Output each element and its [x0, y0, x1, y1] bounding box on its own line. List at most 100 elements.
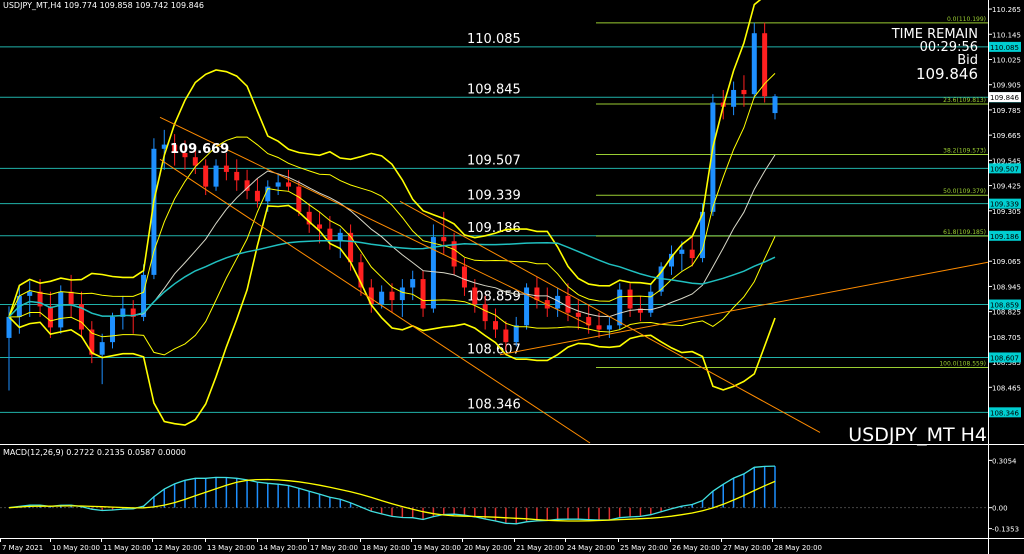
- bid-value: 109.846: [915, 65, 978, 83]
- time-axis-label: 26 May 20:00: [672, 544, 720, 552]
- level-price-tag-text: 108.346: [990, 409, 1019, 417]
- time-axis-label: 20 May 20:00: [464, 544, 512, 552]
- candle-body: [27, 291, 33, 296]
- price-axis-label: 109.425: [992, 183, 1021, 191]
- price-axis-label: 110.145: [992, 31, 1021, 39]
- candle-body: [110, 316, 116, 343]
- candle-body: [420, 279, 426, 309]
- candle-body: [513, 325, 519, 343]
- horizontal-level-label: 109.507: [467, 153, 521, 168]
- candle-body: [534, 287, 540, 301]
- macd-axis-label: 0.00: [992, 505, 1008, 513]
- time-axis-label: 25 May 20:00: [620, 544, 668, 552]
- fibonacci-label: 61.8(109.185): [943, 229, 986, 236]
- candle-body: [47, 306, 53, 328]
- candle-body: [6, 316, 12, 338]
- price-axis-label: 109.785: [992, 107, 1021, 115]
- horizontal-level-label: 109.845: [467, 82, 521, 97]
- level-price-tag-text: 109.186: [990, 233, 1019, 241]
- candle-body: [617, 289, 623, 326]
- candle-body: [203, 165, 209, 187]
- fibonacci-label: 0.0(110.199): [947, 16, 986, 23]
- time-axis-label: 13 May 20:00: [207, 544, 255, 552]
- candle-body: [741, 89, 747, 95]
- fibonacci-label: 38.2(109.573): [943, 147, 986, 154]
- chart-window: 110.265 110.145 110.025 109.905 109.785 109.6…: [0, 0, 1024, 554]
- time-axis-label: 19 May 20:00: [413, 544, 461, 552]
- candle-body: [472, 287, 478, 305]
- level-price-tag-text: 109.339: [990, 201, 1019, 209]
- candle-body: [575, 312, 581, 317]
- candle-body: [234, 171, 240, 181]
- price-axis-label: 108.945: [992, 283, 1021, 291]
- candle-body: [772, 96, 778, 114]
- current-price-tag-text: 109.846: [990, 94, 1019, 102]
- time-axis-label: 18 May 20:00: [362, 544, 410, 552]
- price-axis-label: 108.705: [992, 334, 1021, 342]
- candle-body: [679, 249, 685, 254]
- level-price-tag-text: 109.507: [990, 165, 1019, 173]
- macd-axis-label: 0.3054: [992, 457, 1017, 465]
- candle-body: [606, 325, 612, 330]
- candle-body: [68, 291, 74, 305]
- fibonacci-label: 50.0(109.379): [943, 188, 986, 195]
- time-axis-label: 7 May 2021: [2, 544, 43, 552]
- candle-body: [192, 157, 198, 166]
- time-axis-label: 21 May 20:00: [516, 544, 564, 552]
- macd-label: MACD(12,26,9) 0.2722 0.2135 0.0587 0.000…: [3, 448, 186, 457]
- price-axis-label: 109.665: [992, 132, 1021, 140]
- candle-body: [327, 228, 333, 242]
- time-axis-label: 27 May 20:00: [723, 544, 771, 552]
- candle-body: [751, 33, 757, 95]
- candle-body: [99, 342, 105, 355]
- symbol-info: USDJPY_MT,H4 109.774 109.858 109.742 109…: [3, 1, 204, 10]
- fibonacci-label: 23.6(109.813): [943, 97, 986, 104]
- candle-body: [379, 291, 385, 305]
- candle-body: [627, 289, 633, 309]
- candle-body: [317, 224, 323, 229]
- candle-body: [285, 182, 291, 187]
- price-axis-label: 109.305: [992, 208, 1021, 216]
- candle-body: [441, 237, 447, 242]
- horizontal-level-label: 109.339: [467, 189, 521, 204]
- price-axis-label: 109.905: [992, 82, 1021, 90]
- candle-body: [482, 304, 488, 322]
- time-axis-label: 12 May 20:00: [154, 544, 202, 552]
- candle-body: [389, 291, 395, 301]
- candle-body: [213, 165, 219, 187]
- level-price-tag-text: 110.085: [990, 44, 1019, 52]
- candle-body: [689, 249, 695, 259]
- candle-body: [254, 190, 260, 202]
- fibonacci-label: 100.0(108.559): [939, 361, 986, 368]
- horizontal-level-label: 108.346: [467, 397, 521, 412]
- price-axis-label: 110.265: [992, 6, 1021, 14]
- price-axis-label: 109.065: [992, 258, 1021, 266]
- horizontal-level-label: 108.607: [467, 342, 521, 357]
- candle-body: [461, 266, 467, 288]
- candle-body: [223, 165, 229, 172]
- level-price-tag-text: 108.607: [990, 354, 1019, 362]
- candle-body: [762, 33, 768, 97]
- candle-body: [493, 321, 499, 330]
- symbol-timeframe-label: USDJPY_MT H4: [848, 424, 987, 446]
- candle-body: [731, 89, 737, 107]
- time-axis-label: 24 May 20:00: [567, 544, 615, 552]
- time-axis-label: 17 May 20:00: [310, 544, 358, 552]
- candle-body: [524, 287, 530, 326]
- price-chart[interactable]: 110.265 110.145 110.025 109.905 109.785 109.6…: [0, 0, 1024, 554]
- candle-body: [58, 291, 64, 328]
- price-axis-label: 108.825: [992, 309, 1021, 317]
- high-annotation: 109.669: [170, 142, 230, 157]
- macd-axis-label: -0.1353: [992, 526, 1019, 534]
- candle-body: [596, 325, 602, 330]
- price-axis-label: 110.025: [992, 56, 1021, 64]
- time-axis-label: 10 May 20:00: [52, 544, 100, 552]
- time-axis-label: 28 May 20:00: [774, 544, 822, 552]
- time-axis-label: 14 May 20:00: [259, 544, 307, 552]
- candle-body: [565, 295, 571, 313]
- level-price-tag-text: 108.859: [990, 302, 1019, 310]
- candle-body: [275, 182, 281, 187]
- candle-body: [296, 186, 302, 212]
- horizontal-level-label: 110.085: [467, 32, 521, 47]
- candle-body: [410, 279, 416, 288]
